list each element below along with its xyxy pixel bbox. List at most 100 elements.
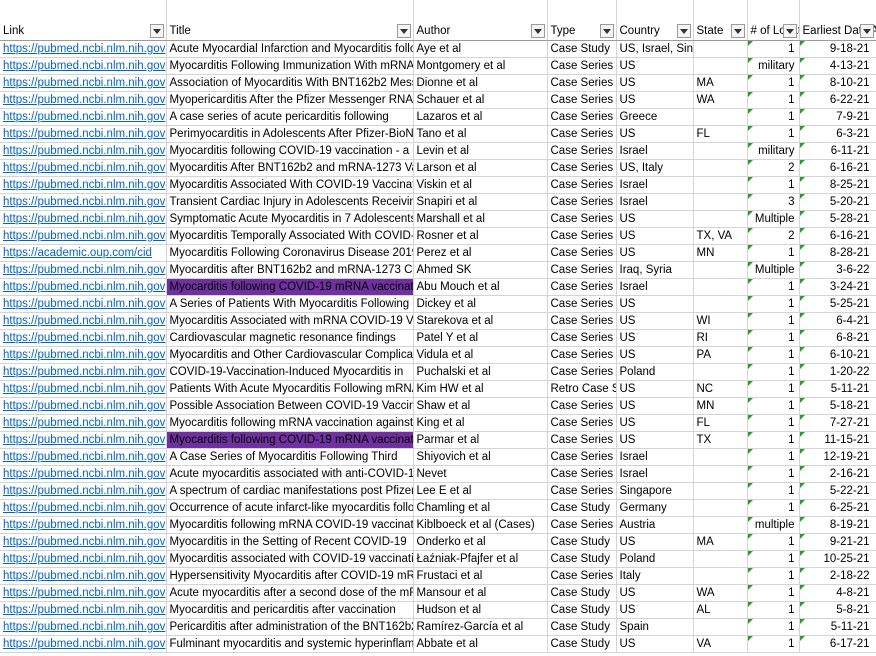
locations-cell[interactable]: 1 [747, 567, 800, 585]
locations-cell[interactable]: 1 [747, 618, 800, 636]
state-cell[interactable]: WA [693, 91, 748, 109]
state-cell[interactable] [693, 516, 748, 534]
country-cell[interactable]: Israel [616, 142, 694, 160]
filter-dropdown-icon[interactable] [599, 24, 614, 38]
locations-cell[interactable]: 1 [747, 533, 800, 551]
link-cell[interactable]: https://pubmed.ncbi.nlm.nih.gov [0, 482, 167, 500]
date-cell[interactable]: 3-24-21 [799, 278, 876, 296]
locations-cell[interactable]: 1 [747, 482, 800, 500]
country-cell[interactable]: US [616, 533, 694, 551]
link-cell[interactable]: https://pubmed.ncbi.nlm.nih.gov [0, 584, 167, 602]
date-cell[interactable]: 5-20-21 [799, 193, 876, 211]
locations-cell[interactable]: 1 [747, 414, 800, 432]
link-cell[interactable]: https://pubmed.ncbi.nlm.nih.gov [0, 618, 167, 636]
country-cell[interactable]: Spain [616, 618, 694, 636]
filter-dropdown-icon[interactable] [396, 24, 411, 38]
author-cell[interactable]: Marshall et al [413, 210, 548, 228]
title-cell[interactable]: A case series of acute pericarditis foll… [166, 108, 414, 126]
state-cell[interactable] [693, 40, 748, 58]
type-cell[interactable]: Case Series [547, 278, 617, 296]
author-cell[interactable]: Kim HW et al [413, 380, 548, 398]
country-cell[interactable]: Israel [616, 193, 694, 211]
link-cell[interactable]: https://pubmed.ncbi.nlm.nih.gov [0, 533, 167, 551]
state-cell[interactable]: PA [693, 346, 748, 364]
country-cell[interactable]: US, Italy [616, 159, 694, 177]
date-cell[interactable]: 4-13-21 [799, 57, 876, 75]
locations-cell[interactable]: 1 [747, 125, 800, 143]
country-cell[interactable]: US [616, 227, 694, 245]
country-cell[interactable]: US [616, 584, 694, 602]
author-cell[interactable]: Onderko et al [413, 533, 548, 551]
date-cell[interactable]: 12-19-21 [799, 448, 876, 466]
locations-cell[interactable]: multiple [747, 516, 800, 534]
link-cell[interactable]: https://pubmed.ncbi.nlm.nih.gov [0, 142, 167, 160]
author-cell[interactable]: Nevet [413, 465, 548, 483]
state-cell[interactable] [693, 482, 748, 500]
title-cell[interactable]: Myocarditis following mRNA vaccination a… [166, 414, 414, 432]
link-cell[interactable]: https://pubmed.ncbi.nlm.nih.gov [0, 91, 167, 109]
author-cell[interactable]: Aye et al [413, 40, 548, 58]
date-cell[interactable]: 1-20-22 [799, 363, 876, 381]
state-cell[interactable]: WA [693, 584, 748, 602]
author-cell[interactable]: Montgomery et al [413, 57, 548, 75]
date-cell[interactable]: 11-15-21 [799, 431, 876, 449]
date-cell[interactable]: 8-28-21 [799, 244, 876, 262]
date-cell[interactable]: 5-11-21 [799, 618, 876, 636]
country-cell[interactable]: US [616, 57, 694, 75]
title-cell[interactable]: Myocarditis Associated with mRNA COVID-1… [166, 312, 414, 330]
country-cell[interactable]: US [616, 601, 694, 619]
date-cell[interactable]: 3-6-22 [799, 261, 876, 279]
state-cell[interactable] [693, 295, 748, 313]
state-cell[interactable] [693, 176, 748, 194]
title-cell[interactable]: Myocarditis associated with COVID-19 vac… [166, 550, 414, 568]
locations-cell[interactable]: 1 [747, 278, 800, 296]
type-cell[interactable]: Case Series [547, 397, 617, 415]
country-cell[interactable]: Israel [616, 465, 694, 483]
locations-cell[interactable]: 1 [747, 448, 800, 466]
country-cell[interactable]: Poland [616, 363, 694, 381]
locations-cell[interactable]: 1 [747, 312, 800, 330]
link-cell[interactable]: https://pubmed.ncbi.nlm.nih.gov [0, 108, 167, 126]
type-cell[interactable]: Case Series [547, 414, 617, 432]
state-cell[interactable] [693, 499, 748, 517]
state-cell[interactable] [693, 448, 748, 466]
locations-cell[interactable]: 1 [747, 244, 800, 262]
link-cell[interactable]: https://pubmed.ncbi.nlm.nih.gov [0, 295, 167, 313]
locations-cell[interactable]: 1 [747, 346, 800, 364]
date-cell[interactable]: 8-19-21 [799, 516, 876, 534]
locations-cell[interactable]: 1 [747, 499, 800, 517]
type-cell[interactable]: Case Series [547, 261, 617, 279]
link-cell[interactable]: https://pubmed.ncbi.nlm.nih.gov [0, 125, 167, 143]
author-cell[interactable]: Perez et al [413, 244, 548, 262]
title-cell[interactable]: Myocarditis following COVID-19 mRNA vacc… [166, 278, 414, 296]
link-cell[interactable]: https://pubmed.ncbi.nlm.nih.gov [0, 363, 167, 381]
type-cell[interactable]: Case Series [547, 125, 617, 143]
title-cell[interactable]: Cardiovascular magnetic resonance findin… [166, 329, 414, 347]
locations-cell[interactable]: 1 [747, 176, 800, 194]
country-cell[interactable]: US, Israel, Singapore, India [616, 40, 694, 58]
link-cell[interactable]: https://pubmed.ncbi.nlm.nih.gov [0, 635, 167, 653]
author-cell[interactable]: Mansour et al [413, 584, 548, 602]
state-cell[interactable] [693, 193, 748, 211]
link-cell[interactable]: https://pubmed.ncbi.nlm.nih.gov [0, 414, 167, 432]
author-cell[interactable]: Frustaci et al [413, 567, 548, 585]
locations-cell[interactable]: Multiple [747, 261, 800, 279]
state-cell[interactable] [693, 57, 748, 75]
author-cell[interactable]: Dickey et al [413, 295, 548, 313]
type-cell[interactable]: Retro Case Series [547, 380, 617, 398]
state-cell[interactable]: VA [693, 635, 748, 653]
locations-cell[interactable]: 1 [747, 91, 800, 109]
date-cell[interactable]: 5-11-21 [799, 380, 876, 398]
state-cell[interactable]: MN [693, 397, 748, 415]
country-cell[interactable]: Germany [616, 499, 694, 517]
locations-cell[interactable]: 1 [747, 108, 800, 126]
locations-cell[interactable]: 1 [747, 40, 800, 58]
author-cell[interactable]: Schauer et al [413, 91, 548, 109]
date-cell[interactable]: 6-16-21 [799, 227, 876, 245]
title-cell[interactable]: A Case Series of Myocarditis Following T… [166, 448, 414, 466]
author-cell[interactable]: Larson et al [413, 159, 548, 177]
date-cell[interactable]: 4-8-21 [799, 584, 876, 602]
type-cell[interactable]: Case Study [547, 618, 617, 636]
country-cell[interactable]: Israel [616, 278, 694, 296]
title-cell[interactable]: Pericarditis after administration of the… [166, 618, 414, 636]
